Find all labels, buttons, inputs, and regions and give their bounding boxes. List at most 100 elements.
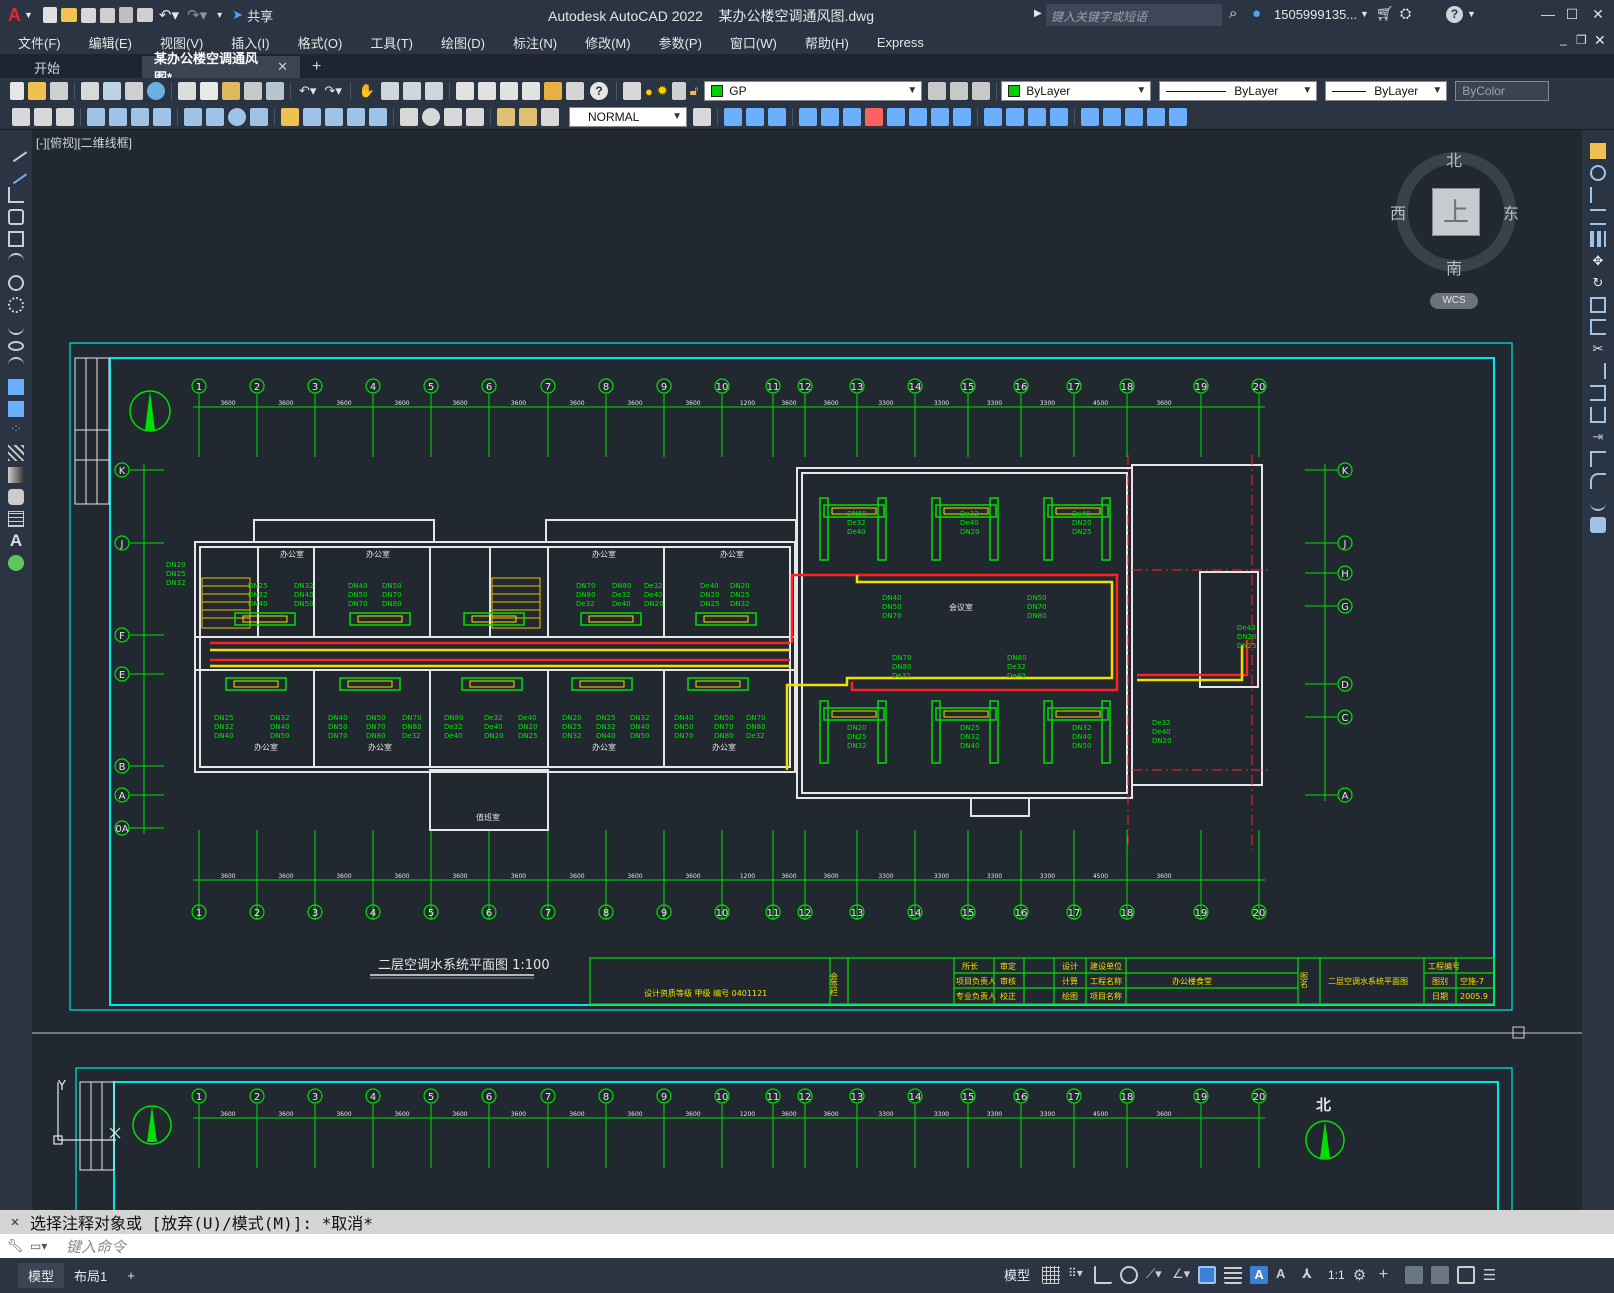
share-button[interactable]: 共享 bbox=[247, 6, 273, 25]
dim-update-icon[interactable] bbox=[541, 107, 559, 126]
arc-icon[interactable] bbox=[8, 253, 24, 269]
viewcube-south[interactable]: 南 bbox=[1446, 255, 1462, 279]
ellipse-arc-icon[interactable] bbox=[8, 357, 24, 373]
cart-icon[interactable]: 🛒︎ bbox=[1376, 5, 1394, 22]
publish-icon[interactable] bbox=[125, 82, 143, 100]
viewcube-north[interactable]: 北 bbox=[1446, 147, 1462, 171]
dim-angular-icon[interactable] bbox=[250, 107, 268, 126]
menu-draw[interactable]: 绘图(D) bbox=[427, 33, 499, 52]
region-icon[interactable] bbox=[8, 489, 24, 505]
paste-icon[interactable] bbox=[222, 82, 240, 100]
make-current-icon[interactable] bbox=[928, 82, 947, 100]
dim-ordinate-icon[interactable] bbox=[153, 107, 171, 126]
help-icon[interactable]: ? bbox=[1446, 6, 1463, 23]
user-icon[interactable]: ● bbox=[1252, 5, 1261, 22]
gradient-icon[interactable] bbox=[8, 467, 24, 483]
hardware-accel-icon[interactable] bbox=[1430, 1265, 1449, 1284]
menu-window[interactable]: 窗口(W) bbox=[716, 33, 791, 52]
layer-thaw-icon[interactable]: ✹ bbox=[657, 83, 668, 99]
quick-dim-icon[interactable] bbox=[281, 107, 299, 126]
preview-icon[interactable] bbox=[103, 82, 121, 100]
publish-icon[interactable] bbox=[118, 7, 133, 23]
gear-icon[interactable]: ⚙ bbox=[1353, 1266, 1371, 1284]
line-icon[interactable] bbox=[4, 139, 28, 163]
recent-commands-icon[interactable]: ▭▾ bbox=[30, 1239, 56, 1253]
command-input[interactable]: 键入命令 bbox=[66, 1236, 126, 1257]
menu-dimension[interactable]: 标注(N) bbox=[499, 33, 571, 52]
annotation-visibility-icon[interactable]: A bbox=[1250, 1265, 1269, 1284]
qnew-icon[interactable] bbox=[10, 82, 24, 100]
zoom-realtime-icon[interactable] bbox=[381, 82, 400, 100]
grid-icon[interactable] bbox=[1042, 1265, 1061, 1284]
layer-dropdown[interactable]: GP ▼ bbox=[704, 81, 923, 101]
insert-block-icon[interactable] bbox=[1081, 107, 1099, 126]
customize-status-icon[interactable]: ☰ bbox=[1483, 1266, 1501, 1284]
tab-start[interactable]: 开始 bbox=[22, 56, 142, 78]
fillet-icon[interactable] bbox=[984, 107, 1002, 126]
copy-obj-icon[interactable] bbox=[724, 107, 742, 126]
dim-arc-icon[interactable] bbox=[131, 107, 149, 126]
extend-icon[interactable] bbox=[1590, 363, 1606, 379]
table-icon[interactable] bbox=[8, 511, 24, 527]
doc-close-icon[interactable]: ✕ bbox=[1594, 32, 1606, 49]
cut-icon[interactable] bbox=[178, 82, 196, 100]
erase-icon[interactable] bbox=[1590, 143, 1606, 159]
tolerance-icon[interactable] bbox=[400, 107, 418, 126]
dim-edit-icon[interactable] bbox=[497, 107, 515, 126]
save-as-icon[interactable] bbox=[99, 7, 115, 23]
dim-diameter-icon[interactable] bbox=[228, 107, 246, 126]
layer-previous-icon[interactable] bbox=[950, 82, 969, 100]
insert-block-icon[interactable] bbox=[8, 379, 24, 395]
menu-tools[interactable]: 工具(T) bbox=[356, 33, 427, 52]
dim-style-icon[interactable] bbox=[693, 107, 711, 126]
dim-baseline-icon[interactable] bbox=[303, 107, 321, 126]
blend-icon[interactable] bbox=[1590, 495, 1606, 511]
rotate-icon[interactable] bbox=[843, 107, 861, 126]
fillet-icon[interactable] bbox=[1590, 473, 1606, 489]
new-file-icon[interactable] bbox=[42, 7, 57, 23]
isodraft-icon[interactable]: ⟋▾ bbox=[1146, 1266, 1164, 1284]
user-menu-icon[interactable]: ▼ bbox=[1360, 9, 1369, 19]
web-icon[interactable] bbox=[147, 82, 165, 100]
annotation-scale-value[interactable]: 1:1 bbox=[1328, 1268, 1345, 1282]
plot-icon[interactable] bbox=[136, 8, 153, 22]
layer-states-icon[interactable] bbox=[972, 82, 991, 100]
trim-icon[interactable]: ✂ bbox=[1590, 341, 1606, 357]
open-file-icon[interactable] bbox=[60, 8, 77, 22]
join-icon[interactable]: ⇥ bbox=[1590, 429, 1606, 445]
auto-scale-icon[interactable]: A bbox=[1276, 1266, 1294, 1284]
wcs-menu[interactable]: WCS bbox=[1430, 293, 1478, 309]
viewcube-east[interactable]: 东 bbox=[1503, 200, 1519, 224]
lineweight-dropdown[interactable]: ByLayer ▼ bbox=[1325, 81, 1448, 101]
undo-icon[interactable]: ↶▾ bbox=[299, 83, 316, 99]
dim-aligned-icon[interactable] bbox=[109, 107, 127, 126]
object-style-icon[interactable] bbox=[12, 107, 30, 126]
dim-text-edit-icon[interactable] bbox=[519, 107, 537, 126]
minimize-icon[interactable]: — bbox=[1538, 4, 1558, 24]
array-icon[interactable] bbox=[799, 107, 817, 126]
tab-close-icon[interactable]: ✕ bbox=[277, 59, 288, 75]
app-logo[interactable]: A bbox=[8, 5, 21, 26]
color-dropdown[interactable]: ByLayer ▼ bbox=[1001, 81, 1152, 101]
tab-drawing[interactable]: 某办公楼空调通风图* ✕ bbox=[142, 51, 300, 85]
break-icon[interactable] bbox=[1590, 407, 1606, 423]
add-selected-icon[interactable] bbox=[8, 555, 24, 571]
model-space-button[interactable]: 模型 bbox=[1004, 1265, 1030, 1284]
polygon-icon[interactable] bbox=[8, 209, 24, 225]
expand-search-icon[interactable]: ▶ bbox=[1034, 8, 1042, 19]
circle-icon[interactable] bbox=[8, 275, 24, 291]
define-attrib-icon[interactable] bbox=[1125, 107, 1143, 126]
dim-continue-icon[interactable] bbox=[325, 107, 343, 126]
polar-icon[interactable] bbox=[1120, 1265, 1139, 1284]
dim-space-icon[interactable] bbox=[347, 107, 365, 126]
construction-line-icon[interactable] bbox=[4, 161, 28, 185]
make-block-icon[interactable] bbox=[8, 401, 24, 417]
rotate-icon[interactable]: ↻ bbox=[1590, 275, 1606, 291]
search-icon[interactable]: ⌕ bbox=[1229, 5, 1237, 22]
jog-line-icon[interactable] bbox=[466, 107, 484, 126]
help-menu-icon[interactable]: ▼ bbox=[1467, 9, 1476, 19]
layer-lock-icon[interactable]: 🔓︎ bbox=[690, 83, 698, 99]
stretch-icon[interactable] bbox=[1590, 319, 1606, 335]
trim-icon[interactable] bbox=[931, 107, 949, 126]
calculator-icon[interactable] bbox=[566, 82, 585, 100]
